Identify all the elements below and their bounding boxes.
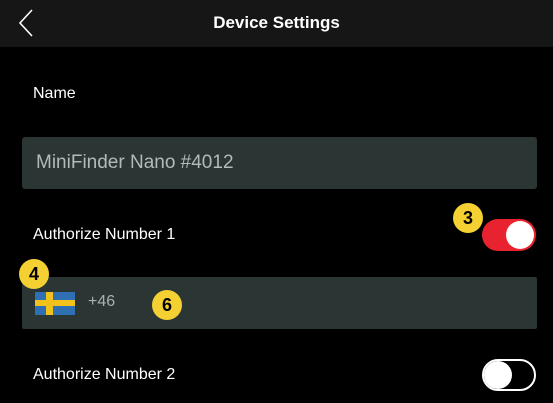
country-code: +46 [88,293,116,310]
toggle-knob [506,221,534,249]
authorize-number-1-label: Authorize Number 1 [33,226,176,243]
device-name-value: MiniFinder Nano #4012 [36,152,234,173]
page-title: Device Settings [213,13,340,32]
toggle-knob [484,361,512,389]
callout-marker-4: 4 [19,259,49,289]
authorize-number-1-toggle[interactable] [482,219,536,251]
authorize-number-2-toggle[interactable] [482,359,536,391]
header-bar: Device Settings [0,0,553,47]
device-name-input[interactable]: MiniFinder Nano #4012 [22,137,537,189]
authorize-number-1-phone-field[interactable]: +46 [22,277,537,329]
authorize-number-2-label: Authorize Number 2 [33,366,176,383]
name-label: Name [33,85,76,102]
sweden-flag-icon[interactable] [35,292,75,315]
callout-marker-3: 3 [453,203,483,233]
callout-marker-6: 6 [152,290,182,320]
